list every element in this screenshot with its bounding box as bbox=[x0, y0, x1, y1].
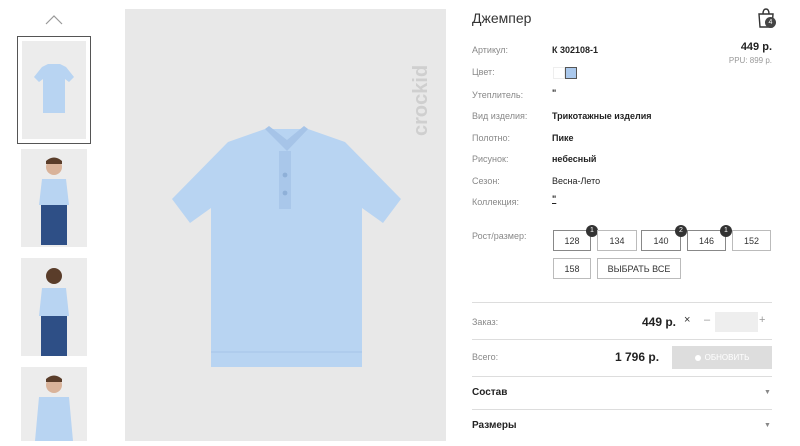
update-button[interactable]: ОБНОВИТЬ bbox=[672, 346, 772, 369]
attr-label-type: Вид изделия: bbox=[472, 111, 528, 121]
size-button-128[interactable]: 128 bbox=[553, 230, 591, 251]
quantity-input[interactable] bbox=[715, 312, 758, 332]
attr-label-color: Цвет: bbox=[472, 67, 495, 77]
attr-label-article: Артикул: bbox=[472, 45, 509, 55]
attr-label-insulation: Утеплитель: bbox=[472, 90, 524, 100]
attr-value-collection[interactable]: " bbox=[552, 194, 556, 204]
size-button-158[interactable]: 158 bbox=[553, 258, 591, 279]
attr-value-season: Весна-Лето bbox=[552, 176, 601, 186]
divider bbox=[472, 376, 772, 377]
chevron-down-icon[interactable]: ▼ bbox=[764, 422, 771, 429]
quantity-decrease-button[interactable]: – bbox=[704, 314, 710, 326]
attr-value-pattern: небесный bbox=[552, 154, 597, 164]
bag-icon bbox=[694, 354, 701, 361]
divider bbox=[472, 339, 772, 340]
thumbnail-model-back[interactable] bbox=[21, 258, 87, 356]
attr-label-season: Сезон: bbox=[472, 176, 500, 186]
select-all-sizes-button[interactable]: ВЫБРАТЬ ВСЕ bbox=[597, 258, 681, 279]
main-product-image bbox=[125, 9, 446, 441]
thumbnail-polo[interactable] bbox=[17, 36, 91, 144]
color-swatch-blue[interactable] bbox=[565, 67, 577, 79]
order-unit-price: 449 р. bbox=[642, 315, 677, 329]
thumbnail-model-jacket[interactable] bbox=[21, 367, 87, 441]
brand-logo: crockid bbox=[410, 65, 432, 136]
total-label: Всего: bbox=[472, 352, 499, 362]
attr-value-type: Трикотажные изделия bbox=[552, 111, 652, 121]
thumbnail-model-front[interactable] bbox=[21, 149, 87, 247]
color-swatch-white[interactable] bbox=[553, 67, 565, 79]
size-count-badge-146: 1 bbox=[720, 225, 732, 237]
quantity-increase-button[interactable]: + bbox=[759, 314, 765, 326]
attr-label-collection: Коллекция: bbox=[472, 197, 520, 207]
chevron-up-icon[interactable] bbox=[45, 15, 63, 25]
total-value: 1 796 р. bbox=[615, 350, 660, 364]
sizes-label: Рост/размер: bbox=[472, 231, 527, 241]
product-title: Джемпер bbox=[472, 10, 532, 26]
accordion-sizes[interactable]: Размеры bbox=[472, 420, 517, 431]
thumbnail-gallery bbox=[0, 0, 110, 441]
cart-count-badge: 4 bbox=[765, 17, 776, 28]
size-button-152[interactable]: 152 bbox=[732, 230, 771, 251]
size-button-134[interactable]: 134 bbox=[597, 230, 637, 251]
divider bbox=[472, 409, 772, 410]
order-label: Заказ: bbox=[472, 317, 499, 327]
attr-label-fabric: Полотно: bbox=[472, 133, 511, 143]
accordion-composition[interactable]: Состав bbox=[472, 387, 507, 398]
times-icon: × bbox=[684, 314, 691, 326]
attr-value-article: К 302108-1 bbox=[552, 45, 599, 55]
divider bbox=[472, 302, 772, 303]
size-count-badge-140: 2 bbox=[675, 225, 687, 237]
attr-label-pattern: Рисунок: bbox=[472, 154, 509, 164]
product-ppu: PPU: 899 р. bbox=[728, 56, 772, 65]
attr-value-fabric: Пике bbox=[552, 133, 574, 143]
svg-text:crockid: crockid bbox=[410, 65, 432, 136]
product-price: 449 р. bbox=[740, 41, 772, 53]
chevron-down-icon[interactable]: ▼ bbox=[764, 389, 771, 396]
update-button-label: ОБНОВИТЬ bbox=[704, 353, 750, 362]
attr-value-insulation: " bbox=[552, 88, 557, 98]
